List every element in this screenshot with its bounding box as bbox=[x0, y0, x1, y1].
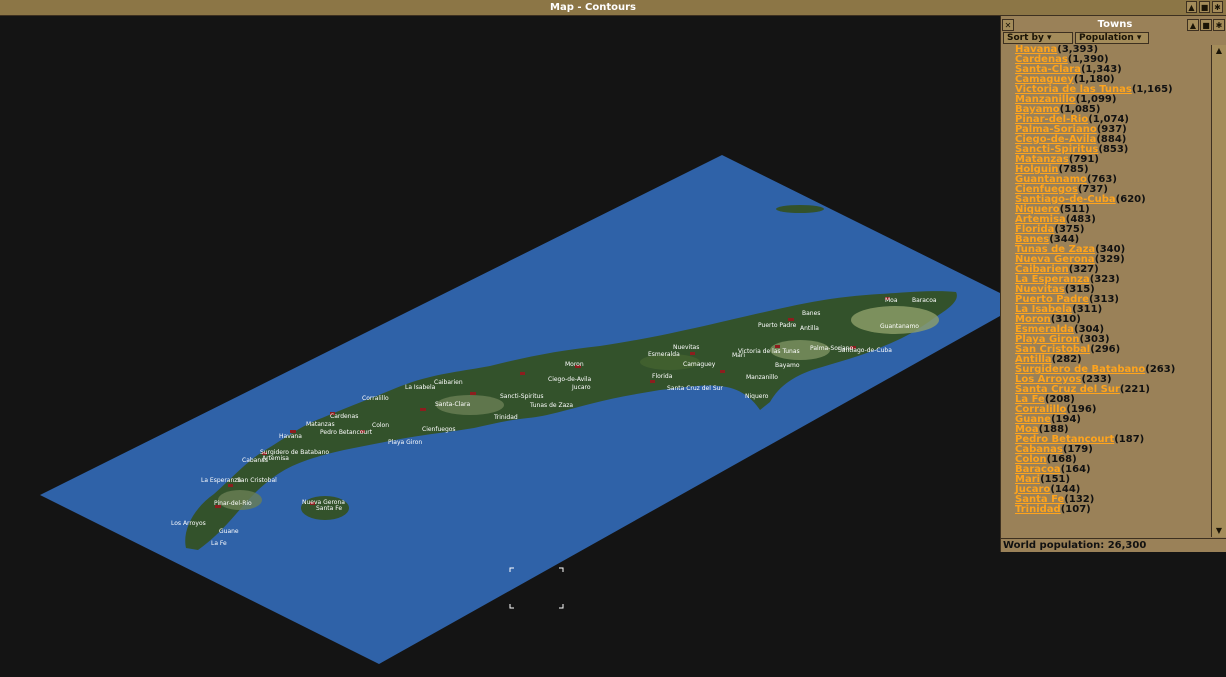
svg-text:Moa: Moa bbox=[885, 297, 898, 304]
towns-panel-title: Towns bbox=[1097, 19, 1133, 30]
town-population: (187) bbox=[1114, 434, 1145, 445]
sort-by-dropdown[interactable]: Sort by ▾ bbox=[1003, 32, 1073, 44]
svg-text:Camaguey: Camaguey bbox=[683, 361, 716, 368]
sticky-icon[interactable]: ■ bbox=[1200, 19, 1212, 31]
svg-text:Santiago-de-Cuba: Santiago-de-Cuba bbox=[838, 347, 892, 354]
svg-text:Moron: Moron bbox=[565, 361, 584, 368]
svg-text:Bayamo: Bayamo bbox=[775, 362, 800, 369]
svg-text:San Cristobal: San Cristobal bbox=[237, 477, 277, 484]
collapse-icon[interactable]: ▲ bbox=[1186, 1, 1197, 13]
town-list-item[interactable]: Trinidad(107) bbox=[1003, 505, 1209, 515]
svg-text:Esmeralda: Esmeralda bbox=[648, 351, 680, 358]
svg-text:Niquero: Niquero bbox=[745, 393, 769, 400]
svg-text:Puerto Padre: Puerto Padre bbox=[758, 322, 797, 329]
svg-text:Manzanillo: Manzanillo bbox=[746, 374, 778, 381]
svg-text:Baracoa: Baracoa bbox=[912, 297, 937, 304]
svg-text:Ciego-de-Avila: Ciego-de-Avila bbox=[548, 376, 591, 383]
svg-text:Victoria de las Tunas: Victoria de las Tunas bbox=[738, 348, 800, 355]
map-viewport[interactable]: Moa Baracoa Banes Puerto Padre Antilla G… bbox=[0, 16, 1000, 677]
svg-text:Pedro Betancourt: Pedro Betancourt bbox=[320, 429, 373, 436]
world-population-bar: World population: 26,300 bbox=[1001, 538, 1226, 553]
svg-text:Tunas de Zaza: Tunas de Zaza bbox=[529, 402, 573, 409]
svg-text:Cienfuegos: Cienfuegos bbox=[422, 426, 456, 433]
towns-panel: ✕ Towns ▲ ■ ✱ Sort by ▾ Population ▾ Hav… bbox=[1000, 16, 1226, 552]
svg-text:Trinidad: Trinidad bbox=[493, 414, 518, 421]
town-list: Havana(3,393) Cardenas(1,390) Santa-Clara(… bbox=[1003, 45, 1209, 536]
svg-text:Pinar-del-Rio: Pinar-del-Rio bbox=[214, 500, 252, 507]
svg-text:Florida: Florida bbox=[652, 373, 673, 380]
svg-text:Playa Giron: Playa Giron bbox=[388, 439, 422, 446]
sort-by-label: Sort by bbox=[1007, 33, 1044, 43]
town-population: (263) bbox=[1145, 364, 1176, 375]
svg-text:Santa-Clara: Santa-Clara bbox=[435, 401, 470, 408]
town-population: (329) bbox=[1094, 254, 1125, 265]
sort-criteria-dropdown[interactable]: Population ▾ bbox=[1075, 32, 1149, 44]
town-population: (221) bbox=[1119, 384, 1150, 395]
pin-icon[interactable]: ✱ bbox=[1212, 1, 1223, 13]
map-window-titlebar[interactable]: Map - Contours ▲ ■ ✱ bbox=[0, 0, 1226, 16]
svg-text:La Esperanza: La Esperanza bbox=[201, 477, 241, 484]
sort-criteria-value: Population bbox=[1079, 33, 1134, 43]
svg-text:Santa Fe: Santa Fe bbox=[316, 505, 342, 512]
svg-text:Sancti-Spiritus: Sancti-Spiritus bbox=[500, 393, 543, 400]
svg-text:Antilla: Antilla bbox=[800, 325, 819, 332]
sort-bar: Sort by ▾ Population ▾ bbox=[1003, 32, 1211, 44]
svg-text:La Isabela: La Isabela bbox=[405, 384, 436, 391]
town-population: (107) bbox=[1060, 504, 1091, 515]
svg-text:Cardenas: Cardenas bbox=[330, 413, 358, 420]
svg-text:La Fe: La Fe bbox=[211, 540, 227, 547]
svg-text:Santa Cruz del Sur: Santa Cruz del Sur bbox=[667, 385, 723, 392]
svg-text:Matanzas: Matanzas bbox=[306, 421, 335, 428]
town-list-scrollbar[interactable]: ▲ ▼ bbox=[1211, 45, 1226, 537]
scroll-down-icon[interactable]: ▼ bbox=[1212, 525, 1226, 537]
svg-text:Guantanamo: Guantanamo bbox=[880, 323, 919, 330]
svg-text:Jucaro: Jucaro bbox=[571, 384, 591, 391]
svg-text:Caibarien: Caibarien bbox=[434, 379, 463, 386]
svg-text:Banes: Banes bbox=[802, 310, 820, 317]
chevron-down-icon: ▾ bbox=[1136, 33, 1142, 43]
svg-text:Guane: Guane bbox=[219, 528, 239, 535]
sticky-icon[interactable]: ■ bbox=[1199, 1, 1210, 13]
chevron-down-icon: ▾ bbox=[1047, 33, 1052, 43]
svg-text:Corralillo: Corralillo bbox=[362, 395, 389, 402]
svg-text:Mari: Mari bbox=[732, 352, 745, 359]
scroll-up-icon[interactable]: ▲ bbox=[1212, 45, 1226, 57]
map-window-title: Map - Contours bbox=[550, 2, 636, 13]
town-population: (620) bbox=[1115, 194, 1146, 205]
svg-text:Havana: Havana bbox=[279, 433, 302, 440]
town-name[interactable]: Trinidad bbox=[1015, 504, 1061, 515]
svg-text:Colon: Colon bbox=[372, 422, 389, 429]
town-population: (296) bbox=[1090, 344, 1121, 355]
svg-text:Cabanas: Cabanas bbox=[242, 457, 268, 464]
svg-text:Nuevitas: Nuevitas bbox=[673, 344, 699, 351]
world-population: World population: 26,300 bbox=[1003, 540, 1147, 551]
svg-text:Los Arroyos: Los Arroyos bbox=[171, 520, 206, 527]
town-population: (1,165) bbox=[1131, 84, 1173, 95]
pin-icon[interactable]: ✱ bbox=[1213, 19, 1225, 31]
town-population: (853) bbox=[1098, 144, 1129, 155]
collapse-icon[interactable]: ▲ bbox=[1187, 19, 1199, 31]
close-icon[interactable]: ✕ bbox=[1002, 19, 1014, 31]
towns-panel-titlebar[interactable]: ✕ Towns ▲ ■ ✱ bbox=[1001, 18, 1226, 31]
